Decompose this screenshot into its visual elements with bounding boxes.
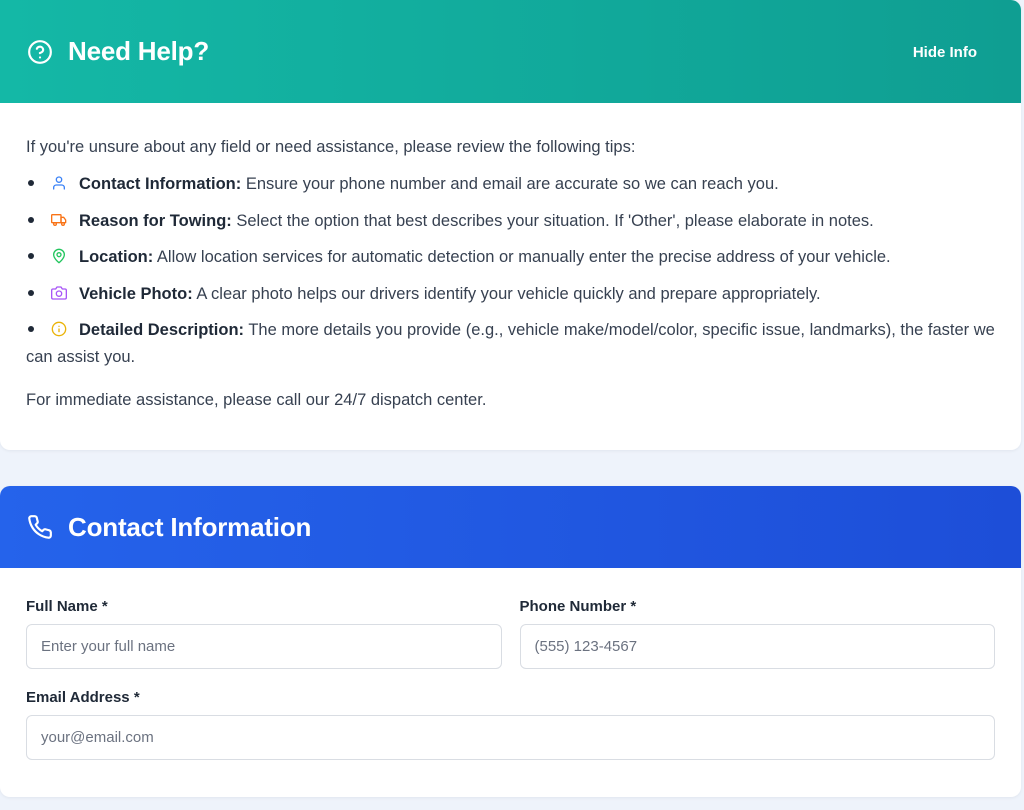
email-label: Email Address * [26, 689, 140, 706]
contact-card: Contact Information Full Name * Phone Nu… [0, 486, 1021, 797]
camera-icon [51, 283, 67, 300]
bullet [28, 289, 34, 296]
truck-icon [51, 210, 67, 226]
tip-contact-information: Contact Information: Ensure your phone n… [26, 171, 995, 198]
tip-title: Detailed Description: [79, 321, 245, 339]
info-icon [51, 319, 67, 337]
tip-title: Contact Information: [79, 175, 242, 193]
phone-input[interactable] [519, 624, 995, 669]
tip-text: Select the option that best describes yo… [231, 211, 874, 230]
bullet [28, 253, 34, 260]
contact-title: Contact Information [68, 511, 312, 542]
tip-title: Reason for Towing: [79, 211, 232, 230]
phone-icon [26, 513, 54, 541]
email-group: Email Address * [26, 689, 995, 760]
help-header: Need Help? Hide Info [0, 0, 1021, 103]
form-row: Email Address * [26, 689, 995, 760]
phone-label: Phone Number * [519, 598, 637, 615]
tip-vehicle-photo: Vehicle Photo: A clear photo helps our d… [26, 281, 995, 308]
help-card: Need Help? Hide Info If you're unsure ab… [0, 0, 1021, 450]
help-footer: For immediate assistance, please call ou… [26, 391, 487, 409]
tips-list: Contact Information: Ensure your phone n… [26, 171, 995, 371]
tip-text: Allow location services for automatic de… [153, 248, 891, 266]
bullet [28, 326, 34, 333]
help-body: If you're unsure about any field or need… [0, 103, 1021, 414]
tip-detailed-description: Detailed Description: The more details y… [26, 317, 995, 371]
bullet [28, 180, 34, 187]
hide-info-button[interactable]: Hide Info [913, 44, 977, 61]
tip-text: Ensure your phone number and email are a… [241, 175, 779, 193]
full-name-input[interactable] [26, 624, 502, 669]
contact-header: Contact Information [0, 486, 1021, 568]
help-circle-icon [26, 38, 54, 66]
tip-title: Vehicle Photo: [79, 284, 193, 303]
full-name-group: Full Name * [26, 598, 502, 669]
tip-location: Location: Allow location services for au… [26, 244, 995, 271]
contact-form: Full Name * Phone Number * Email Address… [0, 568, 1021, 760]
phone-group: Phone Number * [519, 598, 995, 669]
tip-title: Location: [79, 248, 154, 266]
full-name-label: Full Name * [26, 598, 108, 615]
form-row: Full Name * Phone Number * [26, 598, 995, 669]
map-pin-icon [51, 246, 67, 264]
bullet [28, 216, 34, 223]
email-input[interactable] [26, 715, 995, 760]
help-intro: If you're unsure about any field or need… [26, 138, 636, 156]
tip-reason-for-towing: Reason for Towing: Select the option tha… [26, 208, 995, 235]
help-title: Need Help? [68, 36, 210, 66]
user-icon [51, 173, 67, 190]
tip-text: A clear photo helps our drivers identify… [192, 284, 821, 303]
